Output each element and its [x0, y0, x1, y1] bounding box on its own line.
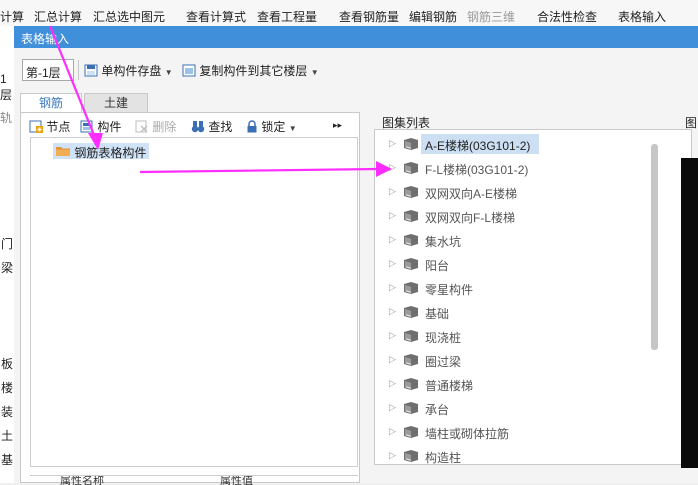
annotation-arrow-1 — [48, 25, 103, 150]
annotation-arrows — [48, 25, 392, 177]
annotation-arrow-2 — [139, 161, 392, 177]
